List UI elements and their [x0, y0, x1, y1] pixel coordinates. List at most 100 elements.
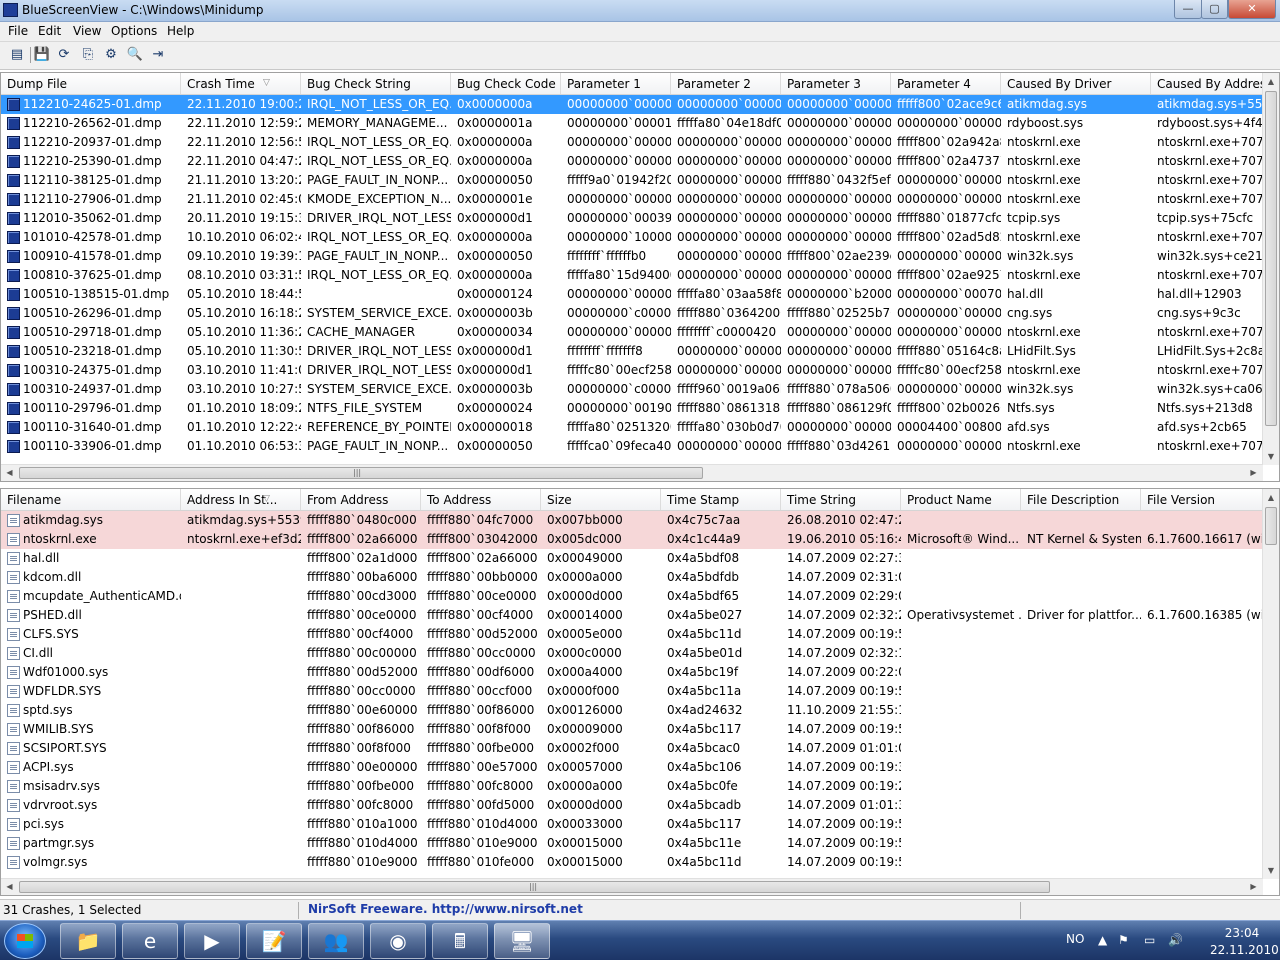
module-row[interactable]: ntoskrnl.exe ntoskrnl.exe+ef3d2 fffff800`0…: [1, 530, 1263, 549]
scroll-left-icon[interactable]: ◀: [1, 465, 18, 481]
module-row[interactable]: WMILIB.SYS fffff880`00f86000 fffff880`00f8…: [1, 720, 1263, 739]
crash-row[interactable]: 100810-37625-01.dmp 08.10.2010 03:31:56 IR…: [1, 266, 1263, 285]
crash-row[interactable]: 112210-26562-01.dmp 22.11.2010 12:59:25 ME…: [1, 114, 1263, 133]
module-row[interactable]: mcupdate_AuthenticAMD.dll fffff880`00cd30…: [1, 587, 1263, 606]
module-row[interactable]: sptd.sys fffff880`00e60000 fffff880`00f860…: [1, 701, 1263, 720]
language-indicator[interactable]: NO: [1066, 932, 1084, 946]
title-bar[interactable]: BlueScreenView - C:\Windows\Minidump — ▢…: [0, 0, 1280, 22]
module-row[interactable]: volmgr.sys fffff880`010e9000 fffff880`010f…: [1, 853, 1263, 872]
sticky-notes-icon[interactable]: 📝: [246, 923, 302, 959]
crash-list[interactable]: Dump File Crash Time ▽ Bug Check String Bug …: [0, 72, 1280, 482]
column-header-time-string[interactable]: Time String: [781, 489, 901, 510]
module-row[interactable]: msisadrv.sys fffff880`00fbe000 fffff880`00…: [1, 777, 1263, 796]
crash-row[interactable]: 100310-24375-01.dmp 03.10.2010 11:41:04 DR…: [1, 361, 1263, 380]
action-center-flag-icon[interactable]: ⚑: [1118, 933, 1129, 947]
start-button[interactable]: [4, 923, 46, 959]
scroll-right-icon[interactable]: ▶: [1245, 879, 1262, 895]
module-row[interactable]: SCSIPORT.SYS fffff880`00f8f000 fffff880`00…: [1, 739, 1263, 758]
nirsoft-link[interactable]: NirSoft Freeware. http://www.nirsoft.net: [308, 902, 583, 916]
column-header-parameter-4[interactable]: Parameter 4: [891, 73, 1001, 94]
column-header-parameter-1[interactable]: Parameter 1: [561, 73, 671, 94]
column-header-parameter-2[interactable]: Parameter 2: [671, 73, 781, 94]
properties-icon[interactable]: ▤: [8, 46, 26, 64]
crash-row[interactable]: 112210-24625-01.dmp 22.11.2010 19:00:24 IR…: [1, 95, 1263, 114]
crash-list-vscroll[interactable]: ▲ ▼: [1262, 73, 1279, 465]
column-header-from-address[interactable]: From Address: [301, 489, 421, 510]
module-row[interactable]: atikmdag.sys atikmdag.sys+5539a fffff880`0…: [1, 511, 1263, 530]
module-list[interactable]: Filename Address In St... ▽ From Address To …: [0, 488, 1280, 896]
media-player-icon[interactable]: ▶: [184, 923, 240, 959]
refresh-icon[interactable]: ⟳: [55, 46, 73, 64]
scroll-down-icon[interactable]: ▼: [1263, 448, 1279, 465]
maximize-button[interactable]: ▢: [1201, 0, 1228, 19]
module-row[interactable]: CI.dll fffff880`00c00000 fffff880`00cc0000…: [1, 644, 1263, 663]
module-row[interactable]: hal.dll fffff800`02a1d000 fffff800`02a6600…: [1, 549, 1263, 568]
column-header-time-stamp[interactable]: Time Stamp: [661, 489, 781, 510]
scroll-up-icon[interactable]: ▲: [1263, 73, 1279, 90]
menu-options[interactable]: Options: [111, 24, 157, 38]
module-row[interactable]: kdcom.dll fffff880`00ba6000 fffff880`00bb0…: [1, 568, 1263, 587]
column-header-file-description[interactable]: File Description: [1021, 489, 1141, 510]
column-header-to-address[interactable]: To Address: [421, 489, 541, 510]
crash-row[interactable]: 112110-27906-01.dmp 21.11.2010 02:45:00 KM…: [1, 190, 1263, 209]
crash-row[interactable]: 112110-38125-01.dmp 21.11.2010 13:20:23 PA…: [1, 171, 1263, 190]
crash-row[interactable]: 100510-29718-01.dmp 05.10.2010 11:36:25 CA…: [1, 323, 1263, 342]
bluescreenview-icon[interactable]: 🖥: [494, 923, 550, 959]
column-header-bug-check-code[interactable]: Bug Check Code: [451, 73, 561, 94]
scroll-right-icon[interactable]: ▶: [1245, 465, 1262, 481]
internet-explorer-icon[interactable]: e: [122, 923, 178, 959]
menu-file[interactable]: File: [8, 24, 28, 38]
crash-list-hscroll[interactable]: ◀ ||| ▶: [1, 464, 1263, 481]
scroll-down-icon[interactable]: ▼: [1263, 862, 1279, 879]
crash-row[interactable]: 100110-31640-01.dmp 01.10.2010 12:22:49 RE…: [1, 418, 1263, 437]
module-list-vscroll[interactable]: ▲ ▼: [1262, 489, 1279, 879]
column-header-filename[interactable]: Filename: [1, 489, 181, 510]
volume-icon[interactable]: 🔊: [1168, 933, 1183, 947]
show-hidden-icons-icon[interactable]: ▲: [1098, 933, 1107, 947]
module-row[interactable]: CLFS.SYS fffff880`00cf4000 fffff880`00d520…: [1, 625, 1263, 644]
menu-edit[interactable]: Edit: [38, 24, 61, 38]
exit-icon[interactable]: ⇥: [149, 46, 167, 64]
clock-time[interactable]: 23:04: [1210, 926, 1274, 940]
save-icon[interactable]: 💾: [33, 46, 51, 64]
crash-row[interactable]: 100110-29796-01.dmp 01.10.2010 18:09:21 NT…: [1, 399, 1263, 418]
column-header-file-version[interactable]: File Version: [1141, 489, 1263, 510]
module-row[interactable]: vdrvroot.sys fffff880`00fc8000 fffff880`00…: [1, 796, 1263, 815]
column-header-caused-by-driver[interactable]: Caused By Driver: [1001, 73, 1151, 94]
crash-row[interactable]: 112210-25390-01.dmp 22.11.2010 04:47:28 IR…: [1, 152, 1263, 171]
column-header-parameter-3[interactable]: Parameter 3: [781, 73, 891, 94]
module-list-hscroll[interactable]: ◀ ||| ▶: [1, 878, 1263, 895]
scroll-up-icon[interactable]: ▲: [1263, 489, 1279, 506]
explorer-icon[interactable]: 📁: [60, 923, 116, 959]
crash-row[interactable]: 101010-42578-01.dmp 10.10.2010 06:02:41 IR…: [1, 228, 1263, 247]
crash-row[interactable]: 100510-138515-01.dmp 05.10.2010 18:44:54 0…: [1, 285, 1263, 304]
network-icon[interactable]: ▭: [1144, 933, 1155, 947]
scroll-left-icon[interactable]: ◀: [1, 879, 18, 895]
crash-row[interactable]: 100310-24937-01.dmp 03.10.2010 10:27:55 SY…: [1, 380, 1263, 399]
column-header-crash-time[interactable]: Crash Time: [181, 73, 301, 94]
chrome-icon[interactable]: ◉: [370, 923, 426, 959]
scroll-thumb[interactable]: [1265, 91, 1277, 426]
users-icon[interactable]: 👥: [308, 923, 364, 959]
module-row[interactable]: ACPI.sys fffff880`00e00000 fffff880`00e570…: [1, 758, 1263, 777]
column-header-dump-file[interactable]: Dump File: [1, 73, 181, 94]
close-button[interactable]: ✕: [1228, 0, 1276, 19]
menu-view[interactable]: View: [73, 24, 101, 38]
clock-date[interactable]: 22.11.2010: [1210, 943, 1279, 957]
find-icon[interactable]: 🔍: [126, 46, 144, 64]
scroll-thumb[interactable]: [1265, 507, 1277, 545]
minimize-button[interactable]: —: [1174, 0, 1202, 19]
copy-icon[interactable]: ⎘: [79, 46, 97, 64]
crash-row[interactable]: 100110-33906-01.dmp 01.10.2010 06:53:30 PA…: [1, 437, 1263, 456]
column-header-product-name[interactable]: Product Name: [901, 489, 1021, 510]
calculator-icon[interactable]: 🖩: [432, 923, 488, 959]
module-row[interactable]: PSHED.dll fffff880`00ce0000 fffff880`00cf4…: [1, 606, 1263, 625]
module-row[interactable]: pci.sys fffff880`010a1000 fffff880`010d400…: [1, 815, 1263, 834]
module-row[interactable]: partmgr.sys fffff880`010d4000 fffff880`010…: [1, 834, 1263, 853]
module-row[interactable]: Wdf01000.sys fffff880`00d52000 fffff880`00…: [1, 663, 1263, 682]
column-header-address-in-st[interactable]: Address In St...: [181, 489, 301, 510]
column-header-caused-by-address[interactable]: Caused By Address: [1151, 73, 1263, 94]
crash-row[interactable]: 100910-41578-01.dmp 09.10.2010 19:39:19 PA…: [1, 247, 1263, 266]
crash-row[interactable]: 112210-20937-01.dmp 22.11.2010 12:56:54 IR…: [1, 133, 1263, 152]
menu-help[interactable]: Help: [167, 24, 194, 38]
